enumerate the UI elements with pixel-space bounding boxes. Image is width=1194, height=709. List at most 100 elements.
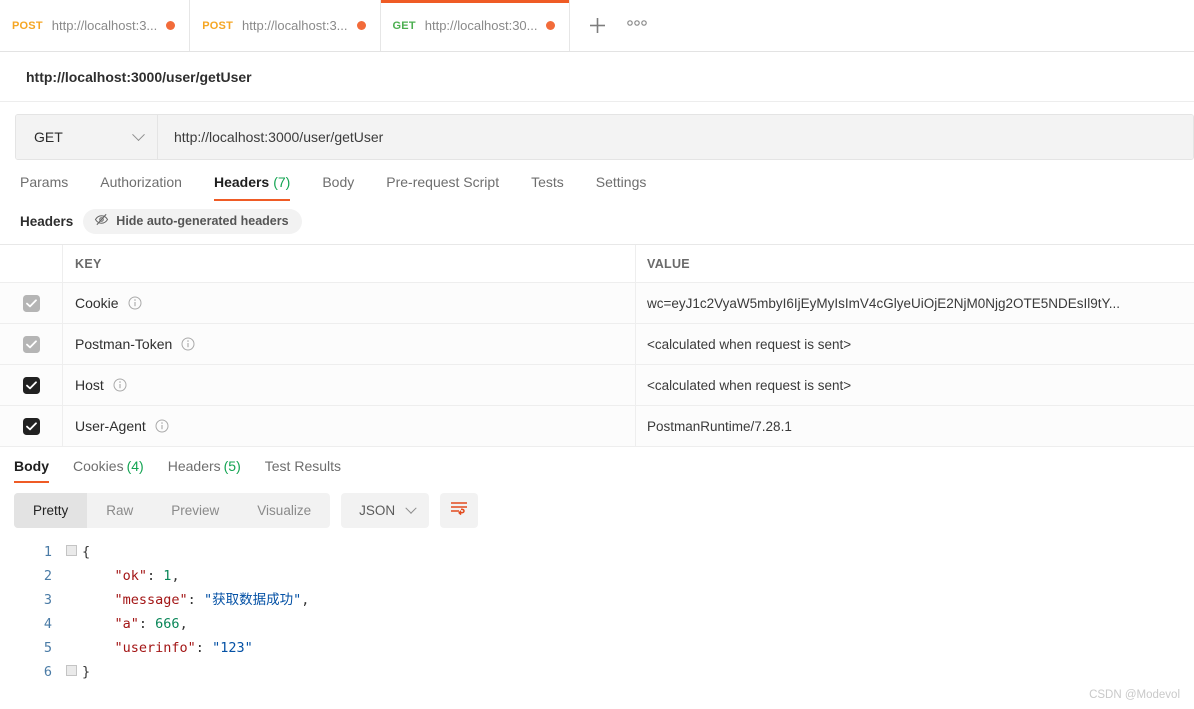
header-key-label: Host xyxy=(75,377,104,393)
tab-headers[interactable]: Headers (7) xyxy=(198,174,306,201)
info-icon[interactable] xyxy=(113,378,127,392)
row-checkbox[interactable] xyxy=(22,294,40,312)
response-tab-body[interactable]: Body xyxy=(14,458,61,483)
code-line: "a": 666, xyxy=(114,616,188,632)
tab-label: Headers xyxy=(167,458,221,474)
request-tab-1[interactable]: POST http://localhost:3... xyxy=(0,0,191,51)
url-input-value: http://localhost:3000/user/getUser xyxy=(174,129,384,145)
code-fold-gutter[interactable] xyxy=(66,540,82,684)
hide-auto-generated-headers-label: Hide auto-generated headers xyxy=(116,214,289,228)
response-language-value: JSON xyxy=(359,503,396,518)
line-number: 3 xyxy=(43,592,52,608)
response-format-toolbar: Pretty Raw Preview Visualize JSON xyxy=(0,483,1194,528)
request-section-tabs: Params Authorization Headers (7) Body Pre… xyxy=(0,160,1194,201)
row-checkbox[interactable] xyxy=(22,335,40,353)
header-key-cell[interactable]: Cookie xyxy=(63,283,636,323)
header-key-cell[interactable]: Postman-Token xyxy=(63,324,636,364)
tab-strip-actions xyxy=(570,0,1194,51)
chevron-down-icon xyxy=(405,502,417,514)
page-title: http://localhost:3000/user/getUser xyxy=(26,68,252,85)
request-tab-3[interactable]: GET http://localhost:30... xyxy=(380,0,571,51)
row-checkbox-cell xyxy=(0,324,63,364)
code-line: "message": "获取数据成功", xyxy=(114,592,310,608)
tab-method-label: POST xyxy=(12,19,43,32)
response-tab-cookies[interactable]: Cookies (4) xyxy=(61,458,156,483)
tab-label: Authorization xyxy=(100,174,182,190)
response-tab-test-results[interactable]: Test Results xyxy=(253,458,353,483)
view-mode-preview[interactable]: Preview xyxy=(152,493,238,528)
info-icon[interactable] xyxy=(155,419,169,433)
tab-params[interactable]: Params xyxy=(20,174,84,201)
line-number: 4 xyxy=(43,616,52,632)
unsaved-changes-dot-icon xyxy=(546,21,556,30)
postman-window: POST http://localhost:3... POST http://l… xyxy=(0,0,1194,709)
fold-toggle-icon[interactable] xyxy=(66,665,77,676)
unsaved-changes-dot-icon xyxy=(356,21,366,30)
tab-url-label: http://localhost:3... xyxy=(242,18,348,33)
new-tab-icon[interactable] xyxy=(580,9,614,43)
line-number: 2 xyxy=(43,568,52,584)
wrap-lines-icon xyxy=(450,500,468,521)
header-key-label: Postman-Token xyxy=(75,336,173,352)
row-checkbox[interactable] xyxy=(22,417,40,435)
response-body-viewer[interactable]: 1 2 3 4 5 6 { "ok": 1, "message": "获取数据成… xyxy=(0,528,1194,684)
tab-pre-request-script[interactable]: Pre-request Script xyxy=(370,174,515,201)
response-tab-headers[interactable]: Headers (5) xyxy=(156,458,253,483)
header-value-cell[interactable]: wc=eyJ1c2VyaW5mbyI6IjEyMyIsImV4cGlyeUiOj… xyxy=(636,283,1194,323)
request-tab-2[interactable]: POST http://localhost:3... xyxy=(190,0,381,51)
url-bar: GET http://localhost:3000/user/getUser xyxy=(15,114,1194,160)
tab-count-badge: (4) xyxy=(126,458,144,474)
response-language-select[interactable]: JSON xyxy=(341,493,430,528)
headers-section-label: Headers xyxy=(20,214,74,229)
response-json-code: { "ok": 1, "message": "获取数据成功", "a": 666… xyxy=(82,540,1194,684)
view-mode-raw[interactable]: Raw xyxy=(87,493,152,528)
request-tab-strip: POST http://localhost:3... POST http://l… xyxy=(0,0,1194,52)
headers-toolbar: Headers Hide auto-generated headers xyxy=(0,201,1194,244)
tab-tests[interactable]: Tests xyxy=(515,174,580,201)
tab-settings[interactable]: Settings xyxy=(580,174,663,201)
wrap-lines-button[interactable] xyxy=(440,493,479,528)
http-method-select[interactable]: GET xyxy=(16,115,158,159)
table-row[interactable]: Postman-Token <calculated when request i… xyxy=(0,324,1194,365)
hide-auto-generated-headers-button[interactable]: Hide auto-generated headers xyxy=(83,209,302,234)
tab-label: Params xyxy=(20,174,69,190)
header-value-cell[interactable]: PostmanRuntime/7.28.1 xyxy=(636,406,1194,446)
url-bar-container: GET http://localhost:3000/user/getUser xyxy=(0,102,1194,160)
tab-label: Test Results xyxy=(264,458,342,474)
table-row[interactable]: User-Agent PostmanRuntime/7.28.1 xyxy=(0,406,1194,447)
info-icon[interactable] xyxy=(181,337,195,351)
tab-method-label: POST xyxy=(202,19,234,32)
table-row[interactable]: Host <calculated when request is sent> xyxy=(0,365,1194,406)
row-checkbox[interactable] xyxy=(22,376,40,394)
info-icon[interactable] xyxy=(128,296,142,310)
tab-url-label: http://localhost:3... xyxy=(51,18,158,33)
column-header-value: VALUE xyxy=(647,256,690,271)
headers-table: KEY VALUE Cookie wc=eyJ1c2VyaW5mbyI6IjEy… xyxy=(0,244,1194,447)
headers-table-header-row: KEY VALUE xyxy=(0,245,1194,283)
chevron-down-icon xyxy=(132,127,145,141)
tab-method-label: GET xyxy=(392,19,416,32)
header-key-cell[interactable]: Host xyxy=(63,365,636,405)
header-value-cell[interactable]: <calculated when request is sent> xyxy=(636,324,1194,364)
unsaved-changes-dot-icon xyxy=(166,21,176,30)
line-number-gutter: 1 2 3 4 5 6 xyxy=(0,540,66,684)
tab-body[interactable]: Body xyxy=(306,174,370,201)
tab-count-badge: (7) xyxy=(273,174,291,190)
table-row[interactable]: Cookie wc=eyJ1c2VyaW5mbyI6IjEyMyIsImV4cG… xyxy=(0,283,1194,324)
tab-authorization[interactable]: Authorization xyxy=(84,174,198,201)
tab-label: Settings xyxy=(595,174,647,190)
code-line: { xyxy=(82,544,91,560)
code-line: "userinfo": "123" xyxy=(114,640,253,656)
tab-url-label: http://localhost:30... xyxy=(424,18,538,33)
tab-label: Body xyxy=(322,174,355,190)
response-view-mode-group: Pretty Raw Preview Visualize xyxy=(14,493,331,528)
view-mode-pretty[interactable]: Pretty xyxy=(14,493,88,528)
code-line: "ok": 1, xyxy=(114,568,180,584)
header-key-cell[interactable]: User-Agent xyxy=(63,406,636,446)
view-mode-visualize[interactable]: Visualize xyxy=(238,493,330,528)
fold-toggle-icon[interactable] xyxy=(66,545,77,556)
header-value-cell[interactable]: <calculated when request is sent> xyxy=(636,365,1194,405)
url-input[interactable]: http://localhost:3000/user/getUser xyxy=(158,115,1193,159)
header-key-label: User-Agent xyxy=(75,418,146,434)
tab-overflow-menu-icon[interactable] xyxy=(620,11,654,41)
